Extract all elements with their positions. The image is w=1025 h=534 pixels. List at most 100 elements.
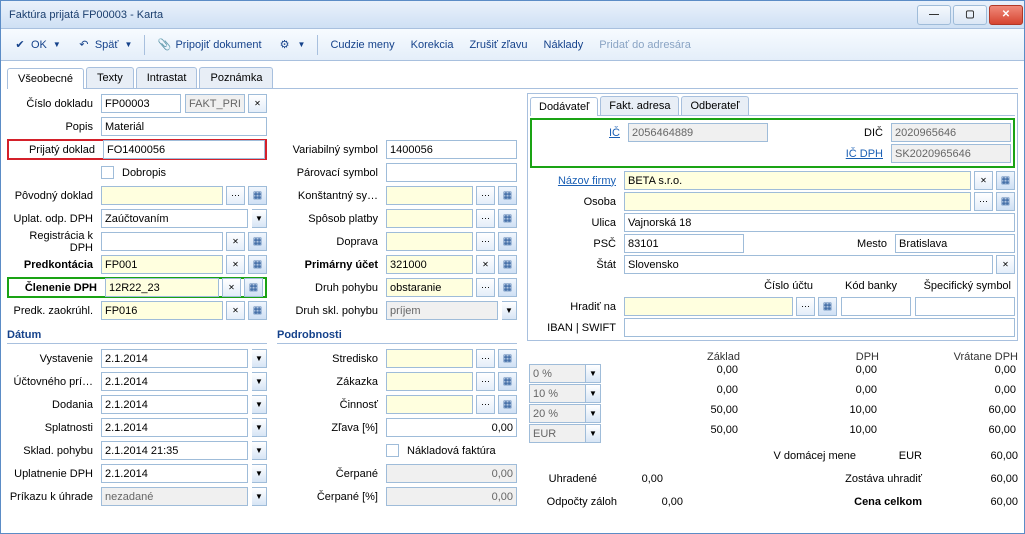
druh-skl-pohybu-field[interactable]: príjem <box>386 301 498 320</box>
settings-button[interactable]: ⚙▼ <box>272 35 312 55</box>
lookup-button[interactable] <box>476 186 495 205</box>
clear-button[interactable] <box>226 301 245 320</box>
lookup-button[interactable] <box>796 297 815 316</box>
tab-fakt-adresa[interactable]: Fakt. adresa <box>600 96 679 115</box>
tab-intrastat[interactable]: Intrastat <box>136 67 198 88</box>
predkontacia-field[interactable]: FP001 <box>101 255 223 274</box>
cancel-discount-button[interactable]: Zrušiť zľavu <box>463 36 533 54</box>
ic-dph-link[interactable]: IČ DPH <box>837 148 887 160</box>
clear-button[interactable] <box>222 278 241 297</box>
tab-odberatel[interactable]: Odberateľ <box>681 96 748 115</box>
rate-20-combo[interactable]: 20 % <box>529 404 586 423</box>
prijaty-doklad-field[interactable]: FO1400056 <box>103 140 265 159</box>
clear-button[interactable] <box>974 171 993 190</box>
konstsym-field[interactable] <box>386 186 473 205</box>
lookup-button[interactable] <box>476 209 495 228</box>
mesto-field[interactable]: Bratislava <box>895 234 1015 253</box>
uplatnenie-dph-field[interactable]: 2.1.2014 <box>101 464 248 483</box>
detail-button[interactable] <box>498 186 517 205</box>
clear-button[interactable] <box>226 232 245 251</box>
tab-vseobecne[interactable]: Všeobecné <box>7 68 84 89</box>
add-to-addressbook-button[interactable]: Pridať do adresára <box>593 36 697 54</box>
iban-field[interactable] <box>624 318 1015 337</box>
detail-button[interactable] <box>498 278 517 297</box>
ulica-field[interactable]: Vajnorská 18 <box>624 213 1015 232</box>
calendar-icon[interactable]: ▼ <box>252 395 267 414</box>
chevron-down-icon[interactable]: ▼ <box>586 424 601 443</box>
popis-field[interactable]: Materiál <box>101 117 267 136</box>
dodania-field[interactable]: 2.1.2014 <box>101 395 248 414</box>
nakladova-faktura-checkbox[interactable] <box>386 444 399 457</box>
clear-button[interactable] <box>476 255 495 274</box>
kod-banky-field[interactable] <box>841 297 911 316</box>
currencies-button[interactable]: Cudzie meny <box>324 36 400 54</box>
back-button[interactable]: ↶Späť▼ <box>71 35 139 55</box>
calendar-icon[interactable]: ▼ <box>252 372 267 391</box>
varsym-field[interactable]: 1400056 <box>386 140 517 159</box>
splatnosti-field[interactable]: 2.1.2014 <box>101 418 248 437</box>
calendar-icon[interactable]: ▼ <box>252 487 267 506</box>
lookup-button[interactable] <box>476 278 495 297</box>
tab-texty[interactable]: Texty <box>86 67 134 88</box>
psc-field[interactable]: 83101 <box>624 234 744 253</box>
dic-field[interactable]: 2020965646 <box>891 123 1011 142</box>
cislo-dokladu-field[interactable]: FP00003 <box>101 94 181 113</box>
dobropis-checkbox[interactable] <box>101 166 114 179</box>
zakazka-field[interactable] <box>386 372 473 391</box>
correction-button[interactable]: Korekcia <box>405 36 460 54</box>
detail-button[interactable] <box>996 171 1015 190</box>
rate-10-combo[interactable]: 10 % <box>529 384 586 403</box>
sklad-pohybu-field[interactable]: 2.1.2014 21:35 <box>101 441 248 460</box>
cinnost-field[interactable] <box>386 395 473 414</box>
minimize-button[interactable]: — <box>917 5 951 25</box>
spec-symbol-field[interactable] <box>915 297 1015 316</box>
lookup-button[interactable] <box>476 395 495 414</box>
uplat-odp-dph-combo[interactable]: Zaúčtovaním <box>101 209 248 228</box>
zlava-field[interactable]: 0,00 <box>386 418 517 437</box>
attach-button[interactable]: 📎Pripojiť dokument <box>151 35 267 55</box>
detail-button[interactable] <box>248 255 267 274</box>
doprava-field[interactable] <box>386 232 473 251</box>
detail-button[interactable] <box>498 255 517 274</box>
close-button[interactable]: ✕ <box>989 5 1023 25</box>
nazov-firmy-field[interactable]: BETA s.r.o. <box>624 171 971 190</box>
primarny-ucet-field[interactable]: 321000 <box>386 255 473 274</box>
tab-dodavatel[interactable]: Dodávateľ <box>530 97 598 116</box>
osoba-field[interactable] <box>624 192 971 211</box>
clenenie-dph-field[interactable]: 12R22_23 <box>105 278 219 297</box>
povodny-doklad-field[interactable] <box>101 186 223 205</box>
chevron-down-icon[interactable]: ▼ <box>586 404 601 423</box>
ok-button[interactable]: ✔OK▼ <box>7 35 67 55</box>
detail-button[interactable] <box>996 192 1015 211</box>
hradit-na-field[interactable] <box>624 297 793 316</box>
chevron-down-icon[interactable]: ▼ <box>502 301 517 320</box>
calendar-icon[interactable]: ▼ <box>252 349 267 368</box>
clear-button[interactable] <box>996 255 1015 274</box>
chevron-down-icon[interactable]: ▼ <box>586 384 601 403</box>
parsym-field[interactable] <box>386 163 517 182</box>
druh-pohybu-field[interactable]: obstaranie <box>386 278 473 297</box>
clear-button[interactable] <box>226 255 245 274</box>
nazov-firmy-link[interactable]: Názov firmy <box>530 175 620 187</box>
lookup-button[interactable] <box>476 349 495 368</box>
detail-button[interactable] <box>498 349 517 368</box>
ic-dph-field[interactable]: SK2020965646 <box>891 144 1011 163</box>
vystavenie-field[interactable]: 2.1.2014 <box>101 349 248 368</box>
detail-button[interactable] <box>244 278 263 297</box>
ic-link[interactable]: IČ <box>534 127 624 139</box>
detail-button[interactable] <box>818 297 837 316</box>
lookup-button[interactable] <box>476 232 495 251</box>
registracia-dph-field[interactable] <box>101 232 223 251</box>
detail-button[interactable] <box>498 232 517 251</box>
predk-zaokruhl-field[interactable]: FP016 <box>101 301 223 320</box>
uctovneho-prijmu-field[interactable]: 2.1.2014 <box>101 372 248 391</box>
cislo-seria-field[interactable]: FAKT_PRI <box>185 94 245 113</box>
currency-combo[interactable]: EUR <box>529 424 586 443</box>
calendar-icon[interactable]: ▼ <box>252 464 267 483</box>
lookup-button[interactable] <box>974 192 993 211</box>
rate-0-combo[interactable]: 0 % <box>529 364 586 383</box>
maximize-button[interactable]: ▢ <box>953 5 987 25</box>
stat-field[interactable]: Slovensko <box>624 255 993 274</box>
lookup-button[interactable] <box>476 372 495 391</box>
detail-button[interactable] <box>248 301 267 320</box>
